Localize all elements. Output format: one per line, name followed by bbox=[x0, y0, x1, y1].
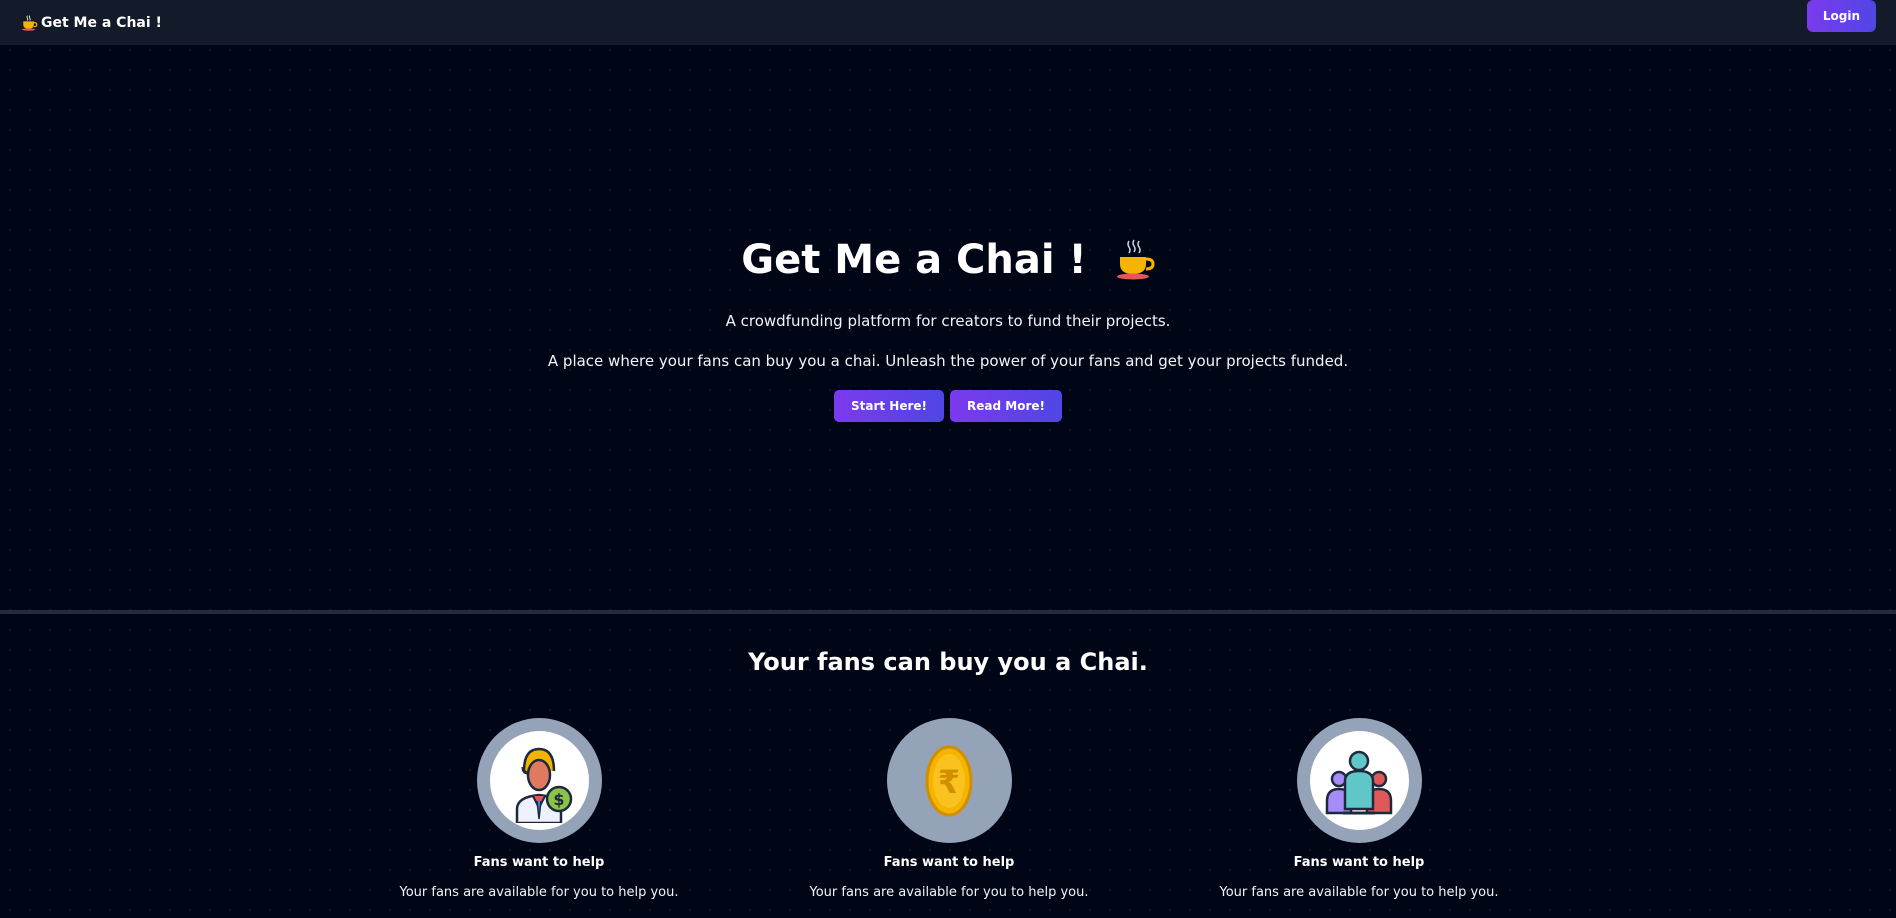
hero-section: Get Me a Chai ! A crowdfunding platform … bbox=[0, 45, 1896, 610]
features-row: $ Fans want to help Your fans are availa… bbox=[0, 718, 1896, 918]
hero-buttons: Start Here! Read More! bbox=[0, 390, 1896, 422]
feature-title: Fans want to help bbox=[1293, 855, 1425, 870]
feature-description: Your fans are available for you to help … bbox=[809, 885, 1089, 900]
section-title: Your fans can buy you a Chai. bbox=[748, 648, 1148, 676]
man-with-dollar-icon: $ bbox=[515, 747, 573, 823]
group-people-icon bbox=[1325, 750, 1393, 814]
feature-description: Your fans are available for you to help … bbox=[1219, 885, 1499, 900]
hero-description: A place where your fans can buy you a ch… bbox=[547, 352, 1349, 370]
read-more-button[interactable]: Read More! bbox=[950, 390, 1062, 422]
brand-name: Get Me a Chai ! bbox=[41, 14, 162, 31]
start-here-button[interactable]: Start Here! bbox=[834, 390, 945, 422]
feature-icon-circle: $ bbox=[476, 718, 602, 843]
feature-card: ₹ Fans want to help Your fans are availa… bbox=[779, 718, 1119, 900]
svg-text:₹: ₹ bbox=[938, 763, 960, 801]
feature-icon-circle bbox=[1296, 718, 1422, 843]
hero-heading: Get Me a Chai ! bbox=[0, 237, 1896, 283]
rupee-coin-icon: ₹ bbox=[925, 745, 973, 816]
feature-icon-circle: ₹ bbox=[886, 718, 1012, 843]
section-divider bbox=[0, 610, 1896, 614]
brand-logo[interactable]: Get Me a Chai ! bbox=[20, 14, 162, 32]
navbar: Get Me a Chai ! Login bbox=[0, 0, 1896, 45]
tea-cup-icon bbox=[20, 14, 38, 32]
hero-title: Get Me a Chai ! bbox=[741, 237, 1087, 283]
feature-title: Fans want to help bbox=[883, 855, 1015, 870]
svg-text:$: $ bbox=[553, 790, 564, 809]
hero-subtitle: A crowdfunding platform for creators to … bbox=[725, 312, 1171, 330]
feature-title: Fans want to help bbox=[473, 855, 605, 870]
login-button[interactable]: Login bbox=[1806, 0, 1876, 32]
tea-cup-icon bbox=[1111, 238, 1155, 282]
feature-card: Fans want to help Your fans are availabl… bbox=[1189, 718, 1529, 900]
feature-description: Your fans are available for you to help … bbox=[399, 885, 679, 900]
feature-card: $ Fans want to help Your fans are availa… bbox=[369, 718, 709, 900]
